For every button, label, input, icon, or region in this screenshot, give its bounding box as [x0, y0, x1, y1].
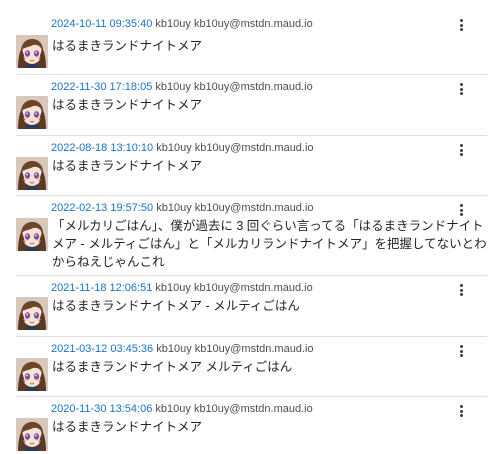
post-timestamp-link[interactable]: 2021-03-12 03:45:36: [51, 343, 153, 355]
post-meta: 2022-11-30 17:18:05 kb10uy kb10uy@mstdn.…: [51, 81, 313, 94]
post-display-name[interactable]: kb10uy: [155, 18, 190, 30]
post-handle[interactable]: kb10uy@mstdn.maud.io: [194, 403, 313, 415]
avatar[interactable]: [16, 96, 48, 129]
avatar[interactable]: [16, 157, 48, 190]
post-meta: 2020-11-30 13:54:06 kb10uy kb10uy@mstdn.…: [51, 403, 313, 416]
post-text: はるまきランドナイトメア: [52, 159, 203, 173]
post-timestamp-link[interactable]: 2022-11-30 17:18:05: [51, 81, 152, 93]
more-options-icon[interactable]: [455, 203, 467, 217]
more-options-icon[interactable]: [455, 283, 467, 297]
post-handle[interactable]: kb10uy@mstdn.maud.io: [195, 142, 314, 154]
more-options-icon[interactable]: [455, 404, 467, 418]
post-handle[interactable]: kb10uy@mstdn.maud.io: [194, 81, 313, 93]
divider: [16, 195, 487, 196]
post-handle[interactable]: kb10uy@mstdn.maud.io: [195, 202, 314, 214]
post-handle[interactable]: kb10uy@mstdn.maud.io: [194, 18, 313, 30]
avatar[interactable]: [16, 418, 48, 451]
post-timestamp-link[interactable]: 2024-10-11 09:35:40: [51, 18, 152, 30]
more-options-icon[interactable]: [455, 344, 467, 358]
more-options-icon[interactable]: [455, 82, 467, 96]
divider: [16, 74, 487, 75]
more-options-icon[interactable]: [455, 18, 467, 32]
post-timestamp-link[interactable]: 2020-11-30 13:54:06: [51, 403, 152, 415]
post-handle[interactable]: kb10uy@mstdn.maud.io: [194, 282, 313, 294]
post-meta: 2021-11-18 12:06:51 kb10uy kb10uy@mstdn.…: [51, 282, 313, 295]
post-display-name[interactable]: kb10uy: [155, 282, 190, 294]
post-timestamp-link[interactable]: 2022-08-18 13:10:10: [51, 142, 153, 154]
post-timestamp-link[interactable]: 2021-11-18 12:06:51: [51, 282, 152, 294]
post-meta: 2022-08-18 13:10:10 kb10uy kb10uy@mstdn.…: [51, 142, 314, 155]
divider: [16, 336, 487, 337]
post-text: はるまきランドナイトメア: [52, 39, 203, 53]
post-text: はるまきランドナイトメア: [52, 98, 203, 112]
post-text: 「メルカリごはん」、僕が過去に 3 回ぐらい言ってる「はるまきランドナイトメア …: [52, 219, 487, 269]
post-display-name[interactable]: kb10uy: [155, 403, 190, 415]
post-display-name[interactable]: kb10uy: [156, 142, 191, 154]
divider: [16, 396, 487, 397]
post-display-name[interactable]: kb10uy: [155, 81, 190, 93]
post-timestamp-link[interactable]: 2022-02-13 19:57:50: [51, 202, 153, 214]
post-display-name[interactable]: kb10uy: [156, 202, 191, 214]
avatar[interactable]: [16, 297, 48, 330]
avatar[interactable]: [16, 35, 48, 68]
post-meta: 2021-03-12 03:45:36 kb10uy kb10uy@mstdn.…: [51, 343, 314, 356]
post-meta: 2022-02-13 19:57:50 kb10uy kb10uy@mstdn.…: [51, 202, 314, 215]
avatar[interactable]: [16, 358, 48, 391]
post-handle[interactable]: kb10uy@mstdn.maud.io: [195, 343, 314, 355]
post-text: はるまきランドナイトメア メルティごはん: [52, 360, 293, 374]
divider: [16, 275, 487, 276]
more-options-icon[interactable]: [455, 143, 467, 157]
avatar[interactable]: [16, 218, 48, 251]
post-text: はるまきランドナイトメア - メルティごはん: [52, 299, 300, 313]
post-display-name[interactable]: kb10uy: [156, 343, 191, 355]
post-meta: 2024-10-11 09:35:40 kb10uy kb10uy@mstdn.…: [51, 18, 313, 31]
divider: [16, 135, 487, 136]
post-text: はるまきランドナイトメア: [52, 420, 203, 434]
